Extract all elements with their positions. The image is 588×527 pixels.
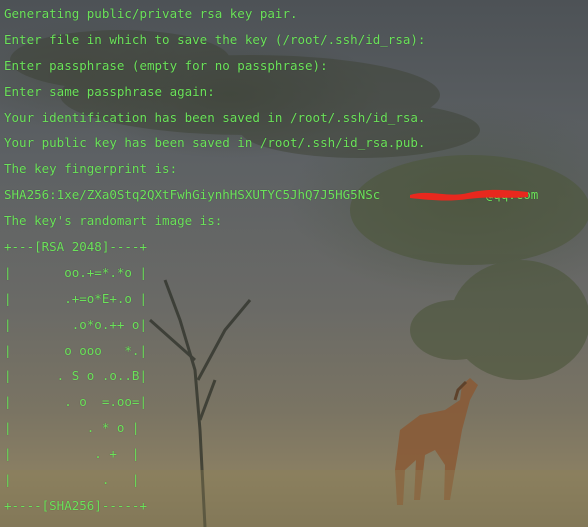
randomart-border-bottom: +----[SHA256]-----+ [4, 497, 147, 513]
terminal-line: Enter same passphrase again: [4, 83, 215, 99]
terminal-line: Enter passphrase (empty for no passphras… [4, 57, 328, 73]
randomart-border-top: +---[RSA 2048]----+ [4, 239, 147, 255]
randomart-row: | .+=o*E+.o | [4, 290, 147, 306]
terminal-line: The key fingerprint is: [4, 161, 178, 177]
terminal-line: Generating public/private rsa key pair. [4, 6, 298, 21]
terminal-output: Generating public/private rsa key pair. … [4, 4, 538, 522]
terminal-line: Your identification has been saved in /r… [4, 109, 426, 125]
randomart-row: | . o =.oo=| [4, 394, 147, 410]
randomart-row: | . * o | [4, 420, 140, 436]
terminal-window[interactable]: Generating public/private rsa key pair. … [0, 0, 588, 527]
randomart-row: | . S o .o..B| [4, 368, 147, 384]
randomart-row: | . | [4, 472, 140, 488]
terminal-line: Your public key has been saved in /root/… [4, 135, 426, 151]
randomart-row: | o ooo *.| [4, 342, 147, 358]
randomart-row: | oo.+=*.*o | [4, 264, 147, 280]
randomart-row: | . + | [4, 446, 140, 462]
redaction-mark [410, 189, 528, 201]
randomart-row: | .o*o.++ o| [4, 316, 147, 332]
terminal-line: The key's randomart image is: [4, 213, 223, 229]
terminal-line: Enter file in which to save the key (/ro… [4, 31, 426, 47]
